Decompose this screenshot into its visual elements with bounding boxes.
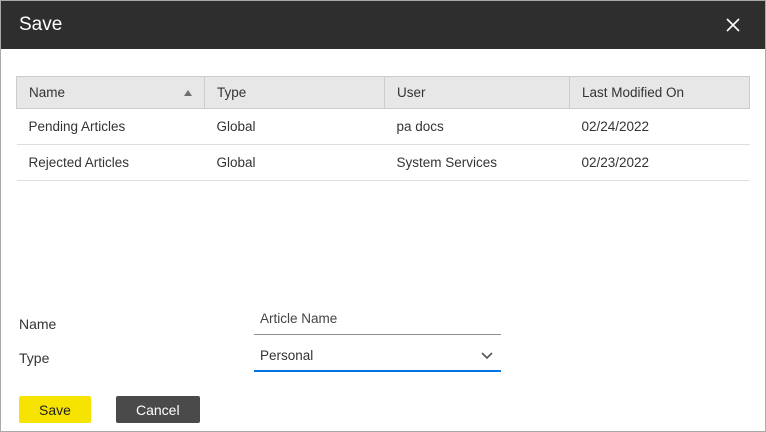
cancel-button[interactable]: Cancel [116, 396, 200, 423]
type-field-label: Type [19, 350, 50, 366]
close-button[interactable] [721, 13, 745, 37]
type-select[interactable]: Personal [254, 343, 501, 372]
saved-items-table: Name Type User Last Modified On Pending … [16, 76, 750, 181]
chevron-down-icon [481, 351, 493, 360]
column-header-type[interactable]: Type [204, 76, 385, 109]
cell-last-modified: 02/24/2022 [569, 108, 750, 145]
cell-type: Global [204, 144, 385, 181]
cell-user: pa docs [384, 108, 570, 145]
sort-ascending-icon [184, 89, 192, 96]
table-row[interactable]: Pending Articles Global pa docs 02/24/20… [16, 108, 750, 145]
table-row[interactable]: Rejected Articles Global System Services… [16, 144, 750, 181]
cell-last-modified: 02/23/2022 [569, 144, 750, 181]
type-select-value: Personal [260, 348, 314, 363]
save-dialog: Save Name Type User Last Modified On Pen… [0, 0, 766, 432]
column-header-last-modified[interactable]: Last Modified On [569, 76, 750, 109]
name-field-label: Name [19, 316, 57, 332]
dialog-title: Save [19, 14, 63, 35]
article-name-input[interactable] [254, 307, 501, 335]
dialog-titlebar: Save [1, 1, 765, 49]
column-header-user[interactable]: User [384, 76, 570, 109]
column-header-label: Type [217, 85, 247, 100]
cell-name: Rejected Articles [16, 144, 205, 181]
save-button[interactable]: Save [19, 396, 91, 423]
column-header-label: Last Modified On [582, 85, 685, 100]
column-header-label: User [397, 85, 426, 100]
column-header-name[interactable]: Name [16, 76, 205, 109]
cell-name: Pending Articles [16, 108, 205, 145]
column-header-label: Name [29, 85, 66, 100]
close-icon [725, 17, 741, 33]
cell-type: Global [204, 108, 385, 145]
table-header-row: Name Type User Last Modified On [16, 76, 750, 109]
cell-user: System Services [384, 144, 570, 181]
